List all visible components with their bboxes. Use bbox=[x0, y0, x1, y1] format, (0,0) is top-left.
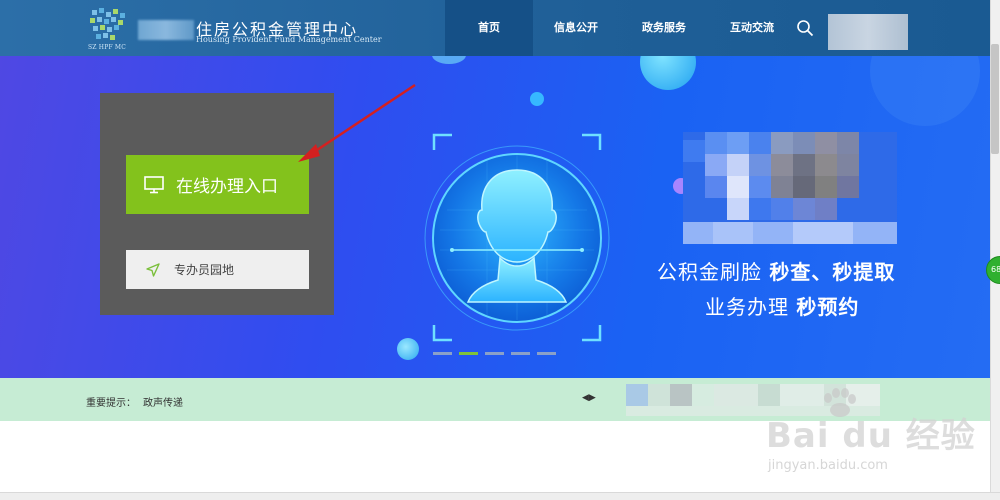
decor-circle bbox=[530, 92, 544, 106]
redacted-city-name bbox=[138, 20, 194, 40]
online-service-entry-button[interactable]: 在线办理入口 bbox=[126, 155, 309, 214]
hero-banner: 在线办理入口 专办员园地 公积金刷脸 秒查、秒提取 业务办理 秒预约 bbox=[0, 56, 990, 378]
search-icon[interactable] bbox=[796, 19, 814, 37]
monitor-icon bbox=[144, 175, 164, 193]
top-header: SZ HPF MC 住房公积金管理中心 Housing Provident Fu… bbox=[0, 0, 990, 56]
logo-text: SZ HPF MC bbox=[88, 44, 127, 51]
decor-circle bbox=[870, 56, 980, 126]
slogan-line-2: 业务办理 秒预约 bbox=[705, 295, 860, 319]
watermark-brand: Bai du 经验 bbox=[766, 416, 976, 456]
redacted-logo-mosaic bbox=[683, 132, 897, 244]
online-service-entry-label: 在线办理入口 bbox=[176, 177, 278, 197]
face-recognition-illustration bbox=[424, 133, 610, 342]
annotation-arrow bbox=[298, 83, 416, 162]
slogan-line-1: 公积金刷脸 秒查、秒提取 bbox=[657, 260, 896, 284]
notice-text[interactable]: 政声传递 bbox=[143, 394, 183, 409]
notice-scroll-arrows[interactable]: ◀▶ bbox=[582, 393, 596, 403]
decor-circle bbox=[432, 56, 466, 64]
notice-label: 重要提示： bbox=[86, 398, 136, 409]
staff-zone-label: 专办员园地 bbox=[174, 263, 235, 277]
carousel-dot[interactable] bbox=[537, 352, 556, 355]
nav-item-home[interactable]: 首页 bbox=[445, 0, 533, 56]
carousel-dot[interactable] bbox=[511, 352, 530, 355]
nav-item-interaction[interactable]: 互动交流 bbox=[708, 0, 796, 56]
carousel-dot[interactable] bbox=[485, 352, 504, 355]
nav-item-info-disclosure[interactable]: 信息公开 bbox=[532, 0, 620, 56]
watermark-url: jingyan.baidu.com bbox=[768, 458, 888, 473]
decor-circle bbox=[640, 56, 696, 90]
redacted-user-area[interactable] bbox=[828, 14, 908, 50]
scrollbar-thumb[interactable] bbox=[991, 44, 999, 154]
navigation-arrow-icon bbox=[146, 262, 160, 277]
carousel-dot[interactable] bbox=[433, 352, 452, 355]
nav-item-gov-services[interactable]: 政务服务 bbox=[620, 0, 708, 56]
site-subtitle: Housing Provident Fund Management Center bbox=[196, 35, 382, 44]
carousel-dot-active[interactable] bbox=[459, 352, 478, 355]
staff-zone-button[interactable]: 专办员园地 bbox=[126, 250, 309, 289]
